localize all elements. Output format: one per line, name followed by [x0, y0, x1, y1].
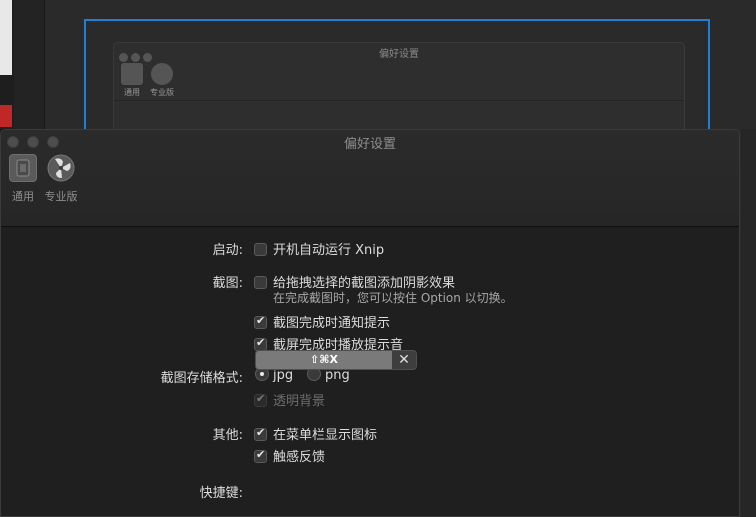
haptic-text: 触感反馈	[273, 450, 326, 465]
other-label: 其他:	[212, 428, 243, 443]
background-tool-pro: 专业版	[147, 63, 177, 98]
background-panel	[14, 0, 45, 130]
notify-done-option[interactable]: 截图完成时通知提示	[254, 312, 390, 331]
background-red-thumbnail	[0, 105, 12, 127]
add-shadow-checkbox[interactable]	[254, 276, 267, 289]
transparent-bg-checkbox	[254, 392, 267, 407]
png-text: png	[325, 368, 350, 383]
launch-at-login-text: 开机自动运行 Xnip	[273, 243, 385, 258]
screenshot-label: 截图:	[212, 276, 243, 291]
shortcut-recorder[interactable]: ⇧⌘X ✕	[255, 350, 417, 370]
background-tool-label: 专业版	[150, 88, 174, 97]
fan-icon	[47, 154, 75, 182]
haptic-option[interactable]: 触感反馈	[254, 446, 325, 465]
background-preferences-window: 偏好设置 通用 专业版	[113, 42, 685, 134]
preferences-content: 启动: 开机自动运行 Xnip 截图: 给拖拽选择的截图添加阴影效果 在完成截图…	[1, 227, 739, 516]
menubar-icon-checkbox[interactable]	[254, 426, 267, 441]
background-window-title: 偏好设置	[379, 49, 419, 60]
general-icon	[9, 154, 37, 182]
title-bar: 偏好设置 通用 专业版	[1, 130, 739, 227]
haptic-checkbox[interactable]	[254, 448, 267, 463]
tab-pro[interactable]: 专业版	[41, 154, 81, 204]
preferences-window: 偏好设置 通用 专业版 启动: 开机自动运行 Xnip 截图: 给拖拽选择的截图…	[0, 129, 740, 517]
background-right-edge	[741, 129, 756, 517]
background-document-thumbnail	[0, 0, 12, 75]
shortcut-value[interactable]: ⇧⌘X	[256, 351, 392, 369]
transparent-bg-option: 透明背景	[254, 390, 325, 409]
general-icon	[121, 63, 143, 85]
fan-icon	[151, 63, 173, 85]
menubar-icon-option[interactable]: 在菜单栏显示图标	[254, 424, 377, 443]
background-tool-general: 通用	[117, 63, 147, 98]
shadow-hint: 在完成截图时，您可以按住 Option 以切换。	[273, 291, 513, 305]
transparent-bg-text: 透明背景	[273, 394, 326, 409]
notify-done-checkbox[interactable]	[254, 314, 267, 329]
background-toolbar-divider	[114, 100, 684, 101]
launch-at-login-option[interactable]: 开机自动运行 Xnip	[254, 239, 384, 258]
tab-general[interactable]: 通用	[3, 154, 43, 204]
launch-at-login-checkbox[interactable]	[254, 243, 267, 256]
window-title: 偏好设置	[343, 137, 396, 152]
clear-shortcut-icon[interactable]: ✕	[396, 351, 412, 369]
format-label: 截图存储格式:	[160, 371, 243, 386]
menubar-icon-text: 在菜单栏显示图标	[273, 428, 378, 443]
shortcut-label: 快捷键:	[199, 486, 243, 501]
tab-general-label: 通用	[12, 190, 34, 203]
background-tool-label: 通用	[124, 88, 140, 97]
startup-label: 启动:	[212, 243, 243, 258]
jpg-text: jpg	[273, 368, 294, 383]
tab-pro-label: 专业版	[44, 190, 78, 203]
notify-done-text: 截图完成时通知提示	[273, 316, 391, 331]
